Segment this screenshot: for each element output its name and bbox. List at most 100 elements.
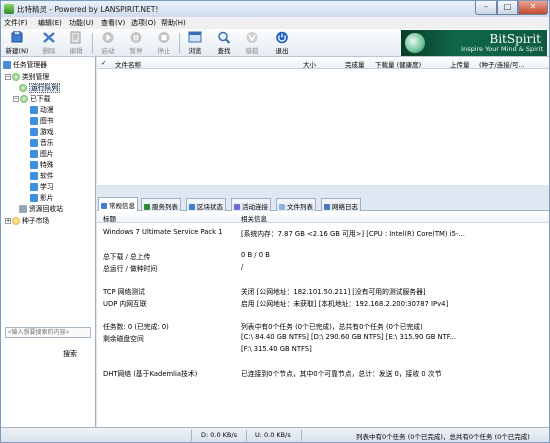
menu-function[interactable]: 功能(U) [69,18,94,28]
tree-child[interactable]: 音乐 [30,137,54,147]
menu-options[interactable]: 选项(O) [131,18,156,28]
tree-child[interactable]: 特殊 [30,159,54,169]
col-done[interactable]: 完成量 [345,59,365,69]
tree-recycle-bin[interactable]: 资源回收站 [19,203,63,213]
maximize-button[interactable]: □ [497,1,518,15]
menu-help[interactable]: 帮助(H) [161,18,186,28]
check-all-icon[interactable]: ✓ [101,59,106,67]
task-list[interactable]: ✓ 文件名称 大小 完成量 下载量 (健康度) 上传量 (种子/连接/可... [97,57,549,185]
search-button[interactable]: 搜索 [63,349,77,359]
col-info[interactable]: 相关信息 [241,213,267,223]
tree-child[interactable]: 图片 [30,148,54,158]
window-title: 比特精灵 - Powered by LANSPIRIT.NET! [17,5,159,14]
info-key: UDP 内网互联 [103,300,147,308]
general-info-panel: 标题 相关信息 Windows 7 Ultimate Service Pack … [97,211,549,427]
expand-icon[interactable]: + [5,218,11,224]
app-window: 比特精灵 - Powered by LANSPIRIT.NET! – □ ✕ 文… [0,0,550,443]
find-label: 查找 [217,47,231,55]
tree-category-label: 类别管理 [22,73,50,81]
upload-speed: U: 0.0 KB/s [255,431,291,439]
delete-button[interactable]: 删除 [36,30,62,56]
tab-files[interactable]: 文件列表 [276,198,316,211]
collapse-icon[interactable]: − [5,74,11,80]
folder-icon [30,161,38,169]
tree-child-label: 软件 [40,172,54,180]
info-value: / [241,263,244,271]
col-download[interactable]: 下载量 (健康度) [375,59,421,69]
info-value: 启用 [公网地址：未获取] [本机地址：192.168.2.200:30787 … [241,300,449,308]
hunt-button[interactable]: 猎狐 [239,30,265,56]
tab-services[interactable]: 服务列表 [141,198,181,211]
collapse-icon[interactable]: − [13,96,19,102]
status-divider [191,430,192,441]
seed-market-icon [12,217,20,225]
tree-root[interactable]: 任务管理器 [3,59,47,69]
tree-child[interactable]: 学习 [30,181,54,191]
pause-label: 暂停 [129,47,143,55]
globe-icon [144,204,150,210]
tab-connections[interactable]: 活动连接 [231,198,271,211]
tree-seed-market[interactable]: + 种子市场 [5,215,49,225]
file-list-icon [279,204,285,210]
recycle-bin-icon [19,205,27,213]
task-list-header: ✓ 文件名称 大小 完成量 下载量 (健康度) 上传量 (种子/连接/可... [97,57,549,69]
menu-view[interactable]: 查看(V) [101,18,125,28]
minimize-button[interactable]: – [475,1,497,15]
col-title[interactable]: 标题 [103,213,116,223]
info-key: 剩余磁盘空间 [103,335,144,343]
tree-category[interactable]: − 类别管理 [5,71,49,81]
exit-button[interactable]: 退出 [269,30,295,56]
tree-child[interactable]: 影片 [30,192,54,202]
delete-icon [43,32,55,43]
col-seeds[interactable]: (种子/连接/可... [479,59,525,69]
col-size[interactable]: 大小 [303,59,316,69]
tab-label: 服务列表 [152,203,178,211]
start-icon [102,32,114,43]
title-bar[interactable]: 比特精灵 - Powered by LANSPIRIT.NET! – □ ✕ [1,1,549,17]
banner-slogan: Inspire Your Mind & Spirit [461,45,543,53]
pause-button[interactable]: 暂停 [123,30,149,56]
info-key: DHT网络 (基于Kademlia技术) [103,370,198,378]
app-icon [4,4,14,14]
tree-child[interactable]: 动漫 [30,104,54,114]
close-button[interactable]: ✕ [518,1,548,15]
info-value: 列表中有0个任务 (0个已完成)，总共有0个任务 (0个已完成) [241,323,423,331]
col-upload[interactable]: 上传量 [450,59,470,69]
delete-label: 删除 [42,47,56,55]
start-button[interactable]: 启动 [95,30,121,56]
sidebar-tree: 任务管理器 − 类别管理 运行队列 − 已下载 动漫 图书 游戏 音乐 图片 特殊 … [1,57,96,427]
tree-downloaded-label: 已下载 [30,95,51,103]
tree-market-label: 种子市场 [22,217,50,225]
status-divider [301,430,302,441]
running-queue-icon [19,84,27,92]
detail-header: 标题 相关信息 [97,211,549,223]
folder-icon [30,139,38,147]
brand-banner[interactable]: BitSpirit Inspire Your Mind & Spirit [401,30,547,56]
edit-button[interactable]: 编辑 [63,30,89,56]
tab-label: 文件列表 [287,203,313,211]
toolbar-separator [92,33,93,53]
tree-running-queue[interactable]: 运行队列 [19,82,61,93]
stop-button[interactable]: 停止 [151,30,177,56]
bitspirit-logo-icon [405,33,425,53]
tree-child[interactable]: 软件 [30,170,54,180]
menu-edit[interactable]: 编辑(E) [38,18,62,28]
info-tabs: 常规信息 服务列表 区块状态 活动连接 文件列表 网络日志 [97,197,549,212]
tree-recycle-label: 资源回收站 [29,205,63,213]
tree-downloaded[interactable]: − 已下载 [13,93,50,103]
folder-icon [30,106,38,114]
new-button[interactable]: 新建(N) [4,30,30,56]
browse-button[interactable]: 浏览 [182,30,208,56]
tree-child[interactable]: 图书 [30,115,54,125]
tab-blocks[interactable]: 区块状态 [186,198,226,211]
menu-file[interactable]: 文件(F) [4,18,28,28]
search-input[interactable] [5,327,91,338]
folder-icon [30,183,38,191]
exit-label: 退出 [275,47,289,55]
tab-general[interactable]: 常规信息 [98,197,138,212]
col-filename[interactable]: 文件名称 [115,59,141,69]
tab-log[interactable]: 网络日志 [321,198,361,211]
tree-child[interactable]: 游戏 [30,126,54,136]
find-button[interactable]: 查找 [211,30,237,56]
info-value: 关闭 [公网地址：182.101.50.211] [没有可用的测试服务器] [241,288,426,296]
